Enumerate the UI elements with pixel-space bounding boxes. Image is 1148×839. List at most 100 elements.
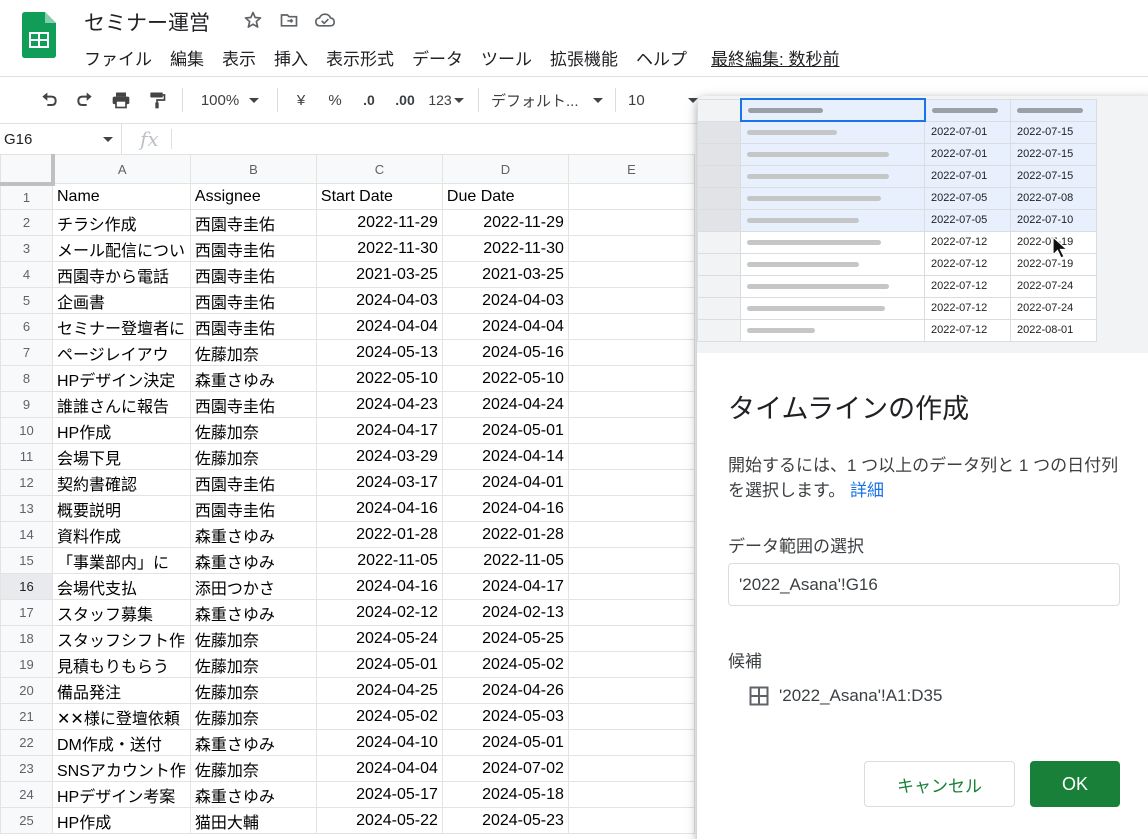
column-header-a[interactable]: A [52, 154, 191, 184]
row-header[interactable]: 7 [0, 339, 53, 366]
grid-cell[interactable]: 2024-04-01 [441, 469, 569, 496]
grid-cell[interactable]: 概要説明 [52, 495, 191, 522]
grid-cell[interactable]: 佐藤加奈 [189, 625, 317, 652]
grid-cell[interactable]: 企画書 [52, 287, 191, 314]
cloud-saved-icon[interactable] [314, 9, 336, 31]
grid-cell[interactable] [567, 755, 695, 782]
last-edit-link[interactable]: 最終編集: 数秒前 [711, 45, 839, 70]
grid-cell[interactable]: 2022-11-29 [441, 209, 569, 236]
ok-button[interactable]: OK [1030, 761, 1120, 807]
menu-edit[interactable]: 編集 [170, 45, 204, 70]
grid-cell[interactable] [567, 261, 695, 288]
menu-insert[interactable]: 挿入 [274, 45, 308, 70]
grid-cell[interactable]: 2024-05-17 [315, 781, 443, 808]
menu-file[interactable]: ファイル [84, 45, 152, 70]
grid-cell[interactable]: HPデザイン考案 [52, 781, 191, 808]
grid-cell[interactable]: 2024-02-12 [315, 599, 443, 626]
grid-cell[interactable]: 2024-04-16 [441, 495, 569, 522]
grid-cell[interactable]: 2024-07-02 [441, 755, 569, 782]
menu-format[interactable]: 表示形式 [326, 45, 394, 70]
grid-cell[interactable]: 2022-01-28 [441, 521, 569, 548]
column-header-c[interactable]: C [315, 154, 443, 184]
grid-cell[interactable]: 2021-03-25 [315, 261, 443, 288]
grid-cell[interactable] [567, 495, 695, 522]
grid-cell[interactable]: 森重さゆみ [189, 547, 317, 574]
grid-cell[interactable]: 2024-04-14 [441, 443, 569, 470]
grid-cell[interactable] [567, 417, 695, 444]
grid-cell[interactable]: 2024-05-18 [441, 781, 569, 808]
grid-cell[interactable]: 2024-04-16 [315, 573, 443, 600]
grid-cell[interactable]: 森重さゆみ [189, 521, 317, 548]
grid-cell[interactable]: HP作成 [52, 417, 191, 444]
grid-cell[interactable]: メール配信につい [52, 235, 191, 262]
sheets-logo-icon[interactable] [22, 12, 56, 58]
grid-cell[interactable]: スタッフ募集 [52, 599, 191, 626]
grid-cell[interactable]: 2024-05-23 [441, 807, 569, 834]
grid-cell[interactable] [567, 729, 695, 756]
row-header[interactable]: 10 [0, 417, 53, 444]
grid-cell[interactable]: 2024-04-10 [315, 729, 443, 756]
grid-cell[interactable] [567, 651, 695, 678]
grid-cell[interactable]: HP作成 [52, 807, 191, 834]
row-header[interactable]: 4 [0, 261, 53, 288]
grid-cell[interactable]: 2024-04-26 [441, 677, 569, 704]
row-header[interactable]: 19 [0, 651, 53, 678]
row-header[interactable]: 3 [0, 235, 53, 262]
grid-cell[interactable]: 2024-05-01 [315, 651, 443, 678]
grid-cell[interactable]: 2022-05-10 [441, 365, 569, 392]
row-header[interactable]: 11 [0, 443, 53, 470]
grid-cell[interactable] [567, 703, 695, 730]
column-header-b[interactable]: B [189, 154, 317, 184]
grid-cell[interactable]: Due Date [441, 183, 569, 210]
grid-cell[interactable]: 2024-02-13 [441, 599, 569, 626]
grid-cell[interactable]: 2024-05-01 [441, 729, 569, 756]
grid-cell[interactable]: 2024-04-04 [315, 313, 443, 340]
grid-cell[interactable]: 佐藤加奈 [189, 417, 317, 444]
grid-cell[interactable]: 西園寺圭佑 [189, 469, 317, 496]
undo-icon[interactable] [36, 85, 62, 115]
grid-cell[interactable] [567, 391, 695, 418]
grid-cell[interactable]: Name [52, 183, 191, 210]
grid-cell[interactable]: 西園寺圭佑 [189, 391, 317, 418]
grid-cell[interactable]: 西園寺圭佑 [189, 287, 317, 314]
grid-cell[interactable]: 2024-05-02 [441, 651, 569, 678]
grid-cell[interactable]: 2021-03-25 [441, 261, 569, 288]
grid-cell[interactable]: 2024-04-17 [441, 573, 569, 600]
row-header[interactable]: 2 [0, 209, 53, 236]
grid-cell[interactable]: 森重さゆみ [189, 729, 317, 756]
grid-cell[interactable]: HPデザイン決定 [52, 365, 191, 392]
grid-cell[interactable]: 2024-04-25 [315, 677, 443, 704]
row-header[interactable]: 6 [0, 313, 53, 340]
grid-cell[interactable]: 佐藤加奈 [189, 755, 317, 782]
grid-cell[interactable]: 2024-05-03 [441, 703, 569, 730]
grid-cell[interactable] [567, 677, 695, 704]
grid-cell[interactable]: 2024-05-24 [315, 625, 443, 652]
grid-cell[interactable]: Assignee [189, 183, 317, 210]
row-header[interactable]: 14 [0, 521, 53, 548]
grid-cell[interactable]: 2024-04-03 [441, 287, 569, 314]
grid-cell[interactable]: 2024-04-04 [315, 755, 443, 782]
print-icon[interactable] [108, 85, 134, 115]
grid-cell[interactable] [567, 781, 695, 808]
grid-cell[interactable]: Start Date [315, 183, 443, 210]
more-formats-select[interactable]: 123 [426, 85, 466, 115]
row-header[interactable]: 15 [0, 547, 53, 574]
grid-cell[interactable]: 2024-04-16 [315, 495, 443, 522]
grid-cell[interactable]: 2024-04-23 [315, 391, 443, 418]
grid-cell[interactable]: 2022-11-30 [315, 235, 443, 262]
row-header[interactable]: 12 [0, 469, 53, 496]
grid-cell[interactable] [567, 547, 695, 574]
grid-cell[interactable]: ページレイアウ [52, 339, 191, 366]
grid-cell[interactable]: 佐藤加奈 [189, 443, 317, 470]
document-title[interactable]: セミナー運営 [84, 7, 210, 37]
increase-decimal-button[interactable]: .00 [390, 85, 420, 115]
grid-cell[interactable]: 誰誰さんに報告 [52, 391, 191, 418]
grid-cell[interactable]: 2024-04-17 [315, 417, 443, 444]
grid-cell[interactable]: 2024-03-29 [315, 443, 443, 470]
row-header[interactable]: 18 [0, 625, 53, 652]
column-header-e[interactable]: E [567, 154, 695, 184]
grid-cell[interactable]: 会場代支払 [52, 573, 191, 600]
row-header[interactable]: 16 [0, 573, 53, 600]
column-header-d[interactable]: D [441, 154, 569, 184]
row-header[interactable]: 9 [0, 391, 53, 418]
